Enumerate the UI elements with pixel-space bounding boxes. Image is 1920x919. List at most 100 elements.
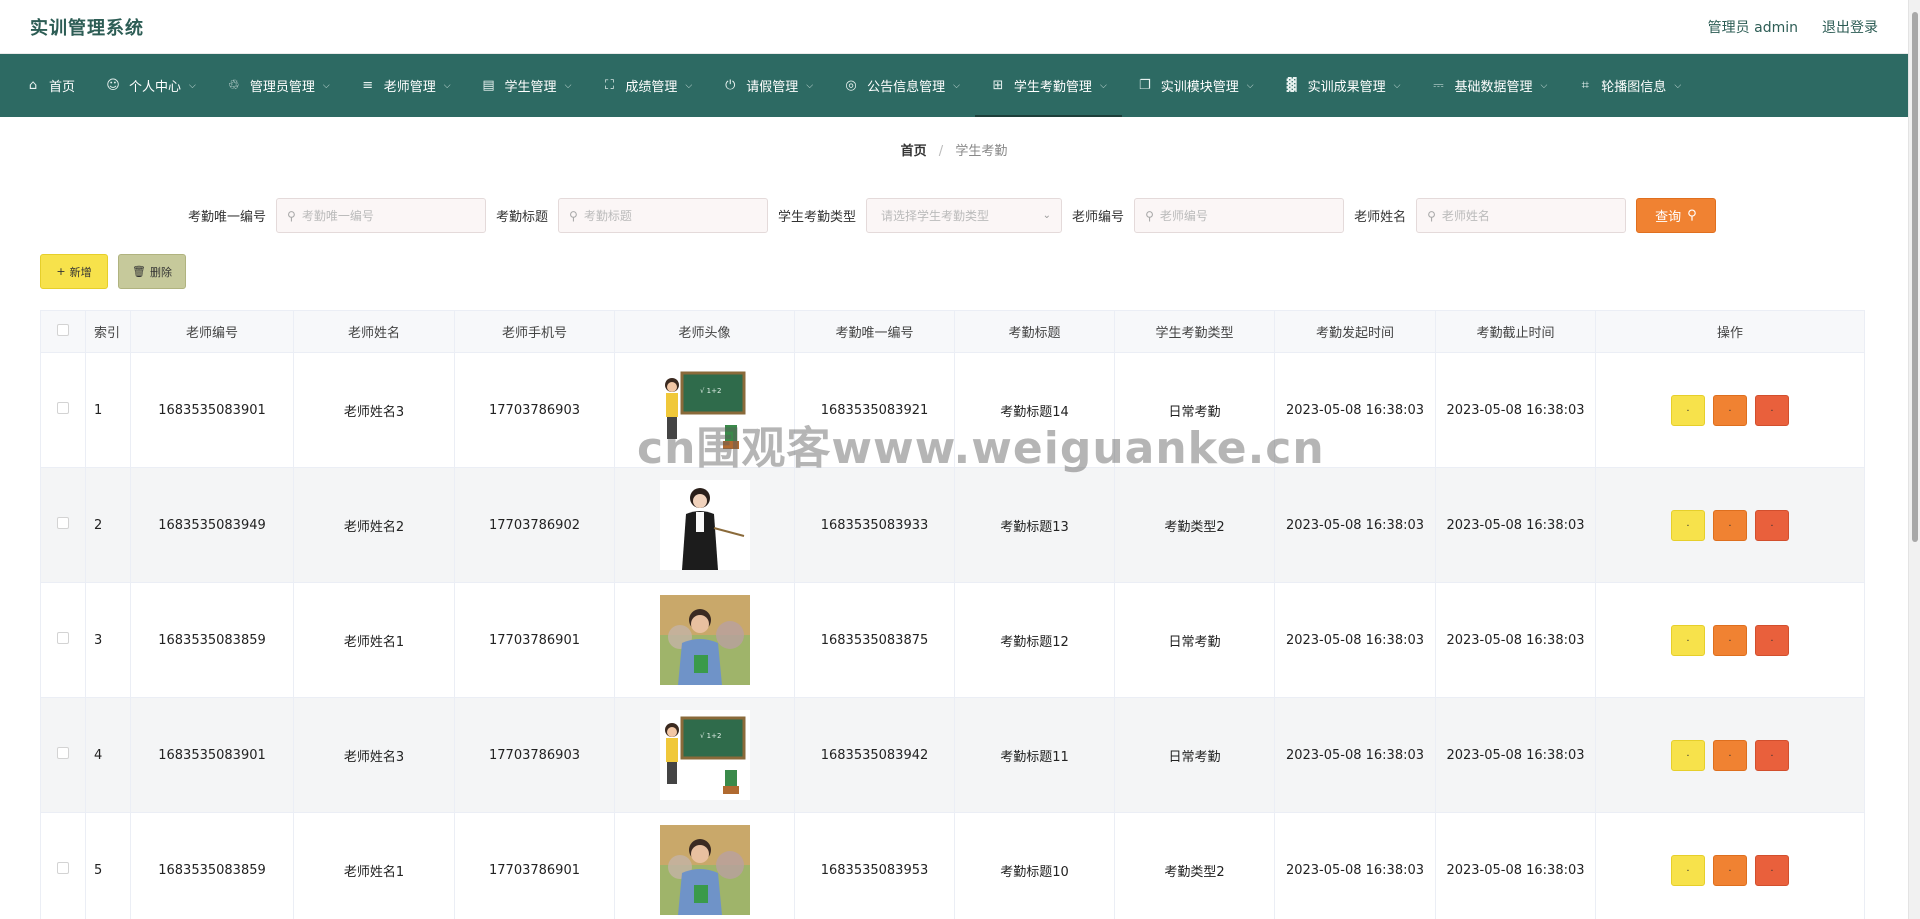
cell-start-time: 2023-05-08 16:38:03: [1274, 812, 1436, 919]
search-icon: ⚲: [569, 208, 578, 223]
cell-teacher-avatar: [614, 467, 795, 583]
trash-icon: 🗑: [132, 265, 146, 278]
attendance-type-select[interactable]: 请选择学生考勤类型 ⌄: [866, 198, 1063, 233]
header-teacher-phone: 老师手机号: [454, 310, 615, 353]
add-button-label: 新增: [69, 265, 92, 279]
cell-teacher-no: 1683535083901: [130, 352, 294, 468]
view-button[interactable]: ·: [1671, 854, 1705, 886]
cell-attendance-no: 1683535083933: [794, 467, 955, 583]
attendance-title-input[interactable]: ⚲ 考勤标题: [558, 198, 769, 233]
cell-teacher-no: 1683535083859: [130, 582, 294, 698]
vertical-scrollbar[interactable]: [1908, 0, 1920, 919]
add-button[interactable]: + 新增: [40, 254, 108, 289]
top-header: 实训管理系统 管理员 admin 退出登录: [0, 0, 1908, 54]
nav-item-8[interactable]: ⊞ 学生考勤管理 ⌵: [974, 54, 1122, 117]
suitcase-icon: ▤: [482, 78, 495, 93]
row-index: 2: [85, 467, 131, 583]
row-checkbox[interactable]: [57, 632, 69, 644]
nav-item-3[interactable]: ≡ 老师管理 ⌵: [345, 54, 466, 117]
edit-button[interactable]: ·: [1713, 739, 1747, 771]
table-row[interactable]: 2 1683535083949 老师姓名2 17703786902 1683535083…: [40, 467, 1865, 583]
chevron-down-icon: ⌵: [806, 80, 814, 91]
nav-item-label: 公告信息管理: [867, 80, 946, 95]
row-delete-button[interactable]: ·: [1755, 739, 1789, 771]
nav-item-5[interactable]: ⛶ 成绩管理 ⌵: [586, 54, 707, 117]
row-checkbox[interactable]: [57, 862, 69, 874]
search-icon: ⚲: [287, 208, 296, 223]
row-delete-button[interactable]: ·: [1755, 509, 1789, 541]
row-checkbox[interactable]: [57, 747, 69, 759]
cell-attendance-title: 考勤标题14: [954, 352, 1115, 468]
teacher-avatar-image[interactable]: [659, 480, 750, 570]
teacher-name-label: 老师姓名: [1354, 210, 1407, 225]
cell-teacher-phone: 17703786901: [454, 582, 615, 698]
nav-item-12[interactable]: ⌗ 轮播图信息 ⌵: [1562, 54, 1696, 117]
teacher-no-input[interactable]: ⚲ 老师编号: [1134, 198, 1345, 233]
table-header-row: 索引 老师编号 老师姓名 老师手机号 老师头像 考勤唯一编号 考勤标题 学生考勤…: [40, 310, 1865, 353]
breadcrumb-home[interactable]: 首页: [901, 144, 927, 159]
teacher-avatar-image[interactable]: √ 1+2: [659, 710, 750, 800]
table-row[interactable]: 3 1683535083859 老师姓名1 17703786901 1683535083…: [40, 582, 1865, 698]
teacher-avatar-image[interactable]: [659, 825, 750, 915]
cell-end-time: 2023-05-08 16:38:03: [1435, 812, 1596, 919]
teacher-avatar-image[interactable]: [659, 595, 750, 685]
chevron-down-icon: ⌵: [443, 80, 451, 91]
teacher-name-input[interactable]: ⚲ 老师姓名: [1416, 198, 1627, 233]
view-button[interactable]: ·: [1671, 509, 1705, 541]
nav-item-4[interactable]: ▤ 学生管理 ⌵: [466, 54, 587, 117]
user-label[interactable]: 管理员 admin: [1708, 17, 1798, 37]
edit-button[interactable]: ·: [1713, 854, 1747, 886]
logout-link[interactable]: 退出登录: [1822, 17, 1878, 37]
query-button-label: 查询: [1655, 210, 1682, 225]
sliders-icon: ≡: [362, 78, 374, 93]
row-delete-button[interactable]: ·: [1755, 854, 1789, 886]
cell-actions: · · ·: [1595, 467, 1865, 583]
nav-item-9[interactable]: ❐ 实训模块管理 ⌵: [1122, 54, 1269, 117]
table-row[interactable]: 1 1683535083901 老师姓名3 17703786903 √ 1+2 16835…: [40, 352, 1865, 468]
globe-icon: ◎: [845, 78, 857, 93]
breadcrumb-current: 学生考勤: [955, 144, 1008, 159]
table-row[interactable]: 5 1683535083859 老师姓名1 17703786901 1683535083…: [40, 812, 1865, 919]
chevron-down-icon: ⌵: [564, 80, 572, 91]
select-all-checkbox[interactable]: [57, 323, 69, 336]
breadcrumb-separator: /: [938, 144, 944, 159]
view-button[interactable]: ·: [1671, 739, 1705, 771]
edit-button[interactable]: ·: [1713, 394, 1747, 426]
attendance-no-input[interactable]: ⚲ 考勤唯一编号: [276, 198, 487, 233]
row-delete-button[interactable]: ·: [1755, 624, 1789, 656]
nav-item-11[interactable]: ⎓ 基础数据管理 ⌵: [1415, 54, 1562, 117]
nav-item-10[interactable]: ▓ 实训成果管理 ⌵: [1269, 54, 1416, 117]
teacher-avatar-image[interactable]: √ 1+2: [659, 365, 750, 455]
nav-item-2[interactable]: ♲ 管理员管理 ⌵: [211, 54, 345, 117]
crop-icon: ⌗: [1581, 78, 1589, 93]
chart-icon: ▓: [1286, 78, 1297, 93]
nav-item-label: 请假管理: [746, 80, 799, 95]
query-button[interactable]: 查询 ⚲: [1636, 198, 1716, 233]
cell-attendance-type: 日常考勤: [1114, 582, 1275, 698]
cell-attendance-type: 日常考勤: [1114, 697, 1275, 813]
cell-teacher-name: 老师姓名2: [293, 467, 455, 583]
cell-teacher-avatar: [614, 582, 795, 698]
nav-item-label: 轮播图信息: [1601, 80, 1667, 95]
bell-off-icon: ♲: [228, 78, 240, 93]
scrollbar-thumb[interactable]: [1912, 12, 1918, 542]
nav-item-label: 个人中心: [129, 80, 182, 95]
nav-item-0[interactable]: ⌂ 首页: [10, 54, 90, 117]
view-button[interactable]: ·: [1671, 394, 1705, 426]
header-teacher-no: 老师编号: [130, 310, 294, 353]
nav-item-1[interactable]: ☺ 个人中心 ⌵: [90, 54, 211, 117]
row-checkbox[interactable]: [57, 517, 69, 529]
header-end-time: 考勤截止时间: [1435, 310, 1596, 353]
row-delete-button[interactable]: ·: [1755, 394, 1789, 426]
row-checkbox[interactable]: [57, 402, 69, 414]
view-button[interactable]: ·: [1671, 624, 1705, 656]
select-all-cell: [40, 310, 86, 353]
table-row[interactable]: 4 1683535083901 老师姓名3 17703786903 √ 1+2 16835…: [40, 697, 1865, 813]
toolbar: + 新增 🗑 删除: [40, 254, 186, 289]
chevron-down-icon: ⌵: [189, 80, 196, 91]
edit-button[interactable]: ·: [1713, 509, 1747, 541]
nav-item-6[interactable]: ⏻ 请假管理 ⌵: [707, 54, 828, 117]
edit-button[interactable]: ·: [1713, 624, 1747, 656]
nav-item-7[interactable]: ◎ 公告信息管理 ⌵: [828, 54, 975, 117]
delete-button[interactable]: 🗑 删除: [118, 254, 186, 289]
